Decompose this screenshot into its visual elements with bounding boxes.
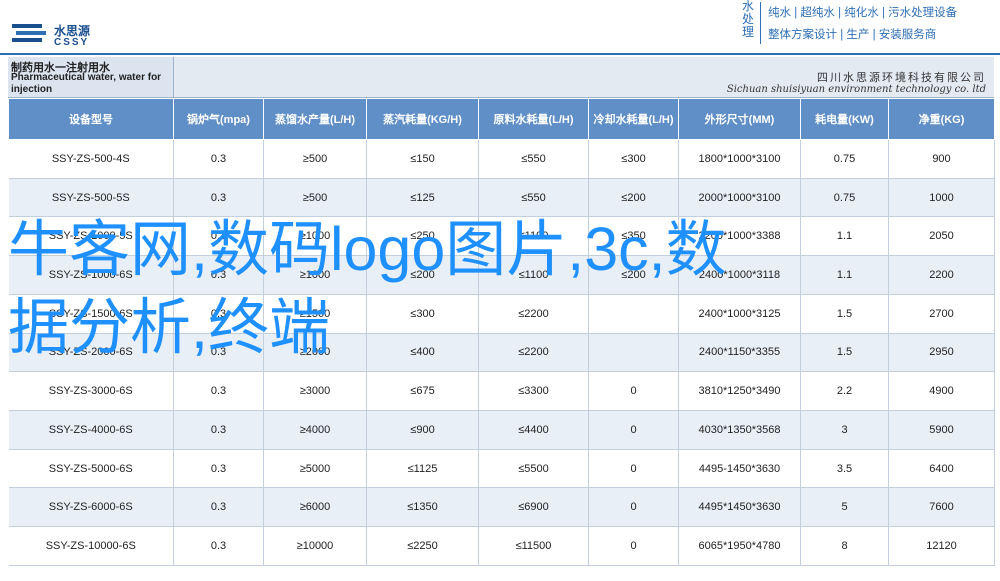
table-cell: 0.3	[173, 449, 264, 489]
table-cell: 0	[588, 410, 679, 450]
table-cell: 4030*1350*3568	[678, 410, 801, 450]
table-cell: 0	[588, 487, 679, 528]
table-cell: 4900	[888, 371, 995, 412]
table-cell: ≤11500	[478, 526, 589, 566]
table-cell: 1.1	[800, 255, 889, 295]
table-cell: 4495-1450*3630	[678, 449, 801, 489]
table-cell: ≥6000	[263, 487, 367, 528]
table-row: SSY-ZS-5000-6S 0.3 ≥5000 ≤1125 ≤5500 0 4495-14…	[8, 449, 995, 489]
table-cell: ≤6900	[478, 487, 589, 528]
table-cell: ≤150	[366, 139, 479, 179]
table-cell: 6400	[888, 449, 995, 489]
title-band: 制药用水一注射用水 Pharmaceutical water, water fo…	[8, 57, 994, 98]
table-cell: ≤2250	[366, 526, 479, 566]
table-cell: SSY-ZS-500-4S	[8, 139, 174, 179]
document-title: 制药用水一注射用水 Pharmaceutical water, water fo…	[8, 57, 174, 97]
table-cell: ≤5500	[478, 449, 589, 489]
table-cell: SSY-ZS-5000-6S	[8, 449, 174, 489]
table-row: SSY-ZS-500-4S 0.3 ≥500 ≤150 ≤550 ≤300 1800*100…	[8, 139, 995, 179]
table-cell: 3810*1250*3490	[678, 371, 801, 412]
table-cell: 2200	[888, 255, 995, 295]
table-cell: SSY-ZS-3000-6S	[8, 371, 174, 412]
header-divider	[0, 53, 1000, 55]
table-cell: 900	[888, 139, 995, 179]
column-header: 蒸汽耗量(KG/H)	[366, 98, 479, 140]
table-cell: ≥500	[263, 139, 367, 179]
table-cell: 0	[588, 371, 679, 412]
table-cell: ≤300	[588, 139, 679, 179]
table-cell: SSY-ZS-10000-6S	[8, 526, 174, 566]
table-cell: 1.1	[800, 216, 889, 257]
title-en: Pharmaceutical water, water for injectio…	[11, 72, 162, 95]
table-cell: 0.3	[173, 526, 264, 566]
table-cell: ≥3000	[263, 371, 367, 412]
table-cell: ≤1350	[366, 487, 479, 528]
slogan: 水处理 纯水 | 超纯水 | 纯化水 | 污水处理设备 整体方案设计 | 生产 …	[740, 0, 1000, 46]
table-cell: ≤3300	[478, 371, 589, 412]
slogan-tag: 水处理	[741, 0, 754, 39]
table-cell: 2050	[888, 216, 995, 257]
slogan-line-2: 整体方案设计 | 生产 | 安装服务商	[768, 29, 937, 41]
company-name-cn: 四川水思源环境科技有限公司	[817, 72, 986, 84]
table-cell: ≤550	[478, 139, 589, 179]
table-cell: 6065*1950*4780	[678, 526, 801, 566]
table-cell: SSY-ZS-4000-6S	[8, 410, 174, 450]
table-cell: 4495*1450*3630	[678, 487, 801, 528]
table-cell: 1.5	[800, 294, 889, 334]
table-cell: ≤900	[366, 410, 479, 450]
column-header: 耗电量(KW)	[800, 98, 889, 140]
watermark-text: 牛客网,数码logo图片,3c,数据分析,终端	[8, 215, 727, 361]
table-row: SSY-ZS-10000-6S 0.3 ≥10000 ≤2250 ≤11500 0 6065…	[8, 526, 995, 566]
table-cell: 3	[800, 410, 889, 450]
column-header: 锅炉气(mpa)	[173, 98, 264, 140]
table-cell: 0.75	[800, 139, 889, 179]
table-cell: 0.75	[800, 178, 889, 218]
column-header: 外形尺寸(MM)	[678, 98, 801, 140]
table-cell: 0.3	[173, 139, 264, 179]
table-cell: 8	[800, 526, 889, 566]
brand-logo: 水思源 CSSY	[10, 18, 120, 52]
table-cell: ≤4400	[478, 410, 589, 450]
table-cell: ≥4000	[263, 410, 367, 450]
table-cell: 0.3	[173, 410, 264, 450]
column-header: 设备型号	[8, 98, 174, 140]
table-cell: 2950	[888, 333, 995, 373]
table-cell: 5900	[888, 410, 995, 450]
table-cell: 0	[588, 449, 679, 489]
table-cell: 7600	[888, 487, 995, 528]
company-name-en: Sichuan shuisiyuan environment technolog…	[726, 84, 986, 95]
table-cell: 12120	[888, 526, 995, 566]
table-cell: 2.2	[800, 371, 889, 412]
table-row: SSY-ZS-6000-6S 0.3 ≥6000 ≤1350 ≤6900 0 4495*14…	[8, 487, 995, 528]
table-cell: SSY-ZS-6000-6S	[8, 487, 174, 528]
table-cell: 0.3	[173, 371, 264, 412]
table-cell: ≥5000	[263, 449, 367, 489]
table-cell: 3.5	[800, 449, 889, 489]
table-cell: 1800*1000*3100	[678, 139, 801, 179]
slogan-line-1: 纯水 | 超纯水 | 纯化水 | 污水处理设备	[768, 7, 958, 19]
column-header: 蒸馏水产量(L/H)	[263, 98, 367, 140]
table-row: SSY-ZS-3000-6S 0.3 ≥3000 ≤675 ≤3300 0 3810*125…	[8, 371, 995, 412]
table-row: SSY-ZS-4000-6S 0.3 ≥4000 ≤900 ≤4400 0 4030*135…	[8, 410, 995, 450]
brand-name-en: CSSY	[54, 37, 90, 48]
table-cell: ≥10000	[263, 526, 367, 566]
column-header: 冷却水耗量(L/H)	[588, 98, 679, 140]
column-header: 原料水耗量(L/H)	[478, 98, 589, 140]
column-header: 净重(KG)	[888, 98, 995, 140]
water-drop-logo-icon	[12, 24, 46, 42]
table-cell: ≤1125	[366, 449, 479, 489]
table-cell: 1000	[888, 178, 995, 218]
table-cell: 5	[800, 487, 889, 528]
table-header-row: 设备型号 锅炉气(mpa) 蒸馏水产量(L/H) 蒸汽耗量(KG/H) 原料水耗量(L/…	[8, 98, 995, 140]
table-cell: ≤675	[366, 371, 479, 412]
slogan-divider	[760, 2, 761, 44]
table-cell: 1.5	[800, 333, 889, 373]
table-cell: 2700	[888, 294, 995, 334]
table-cell: 0.3	[173, 487, 264, 528]
table-cell: 0	[588, 526, 679, 566]
